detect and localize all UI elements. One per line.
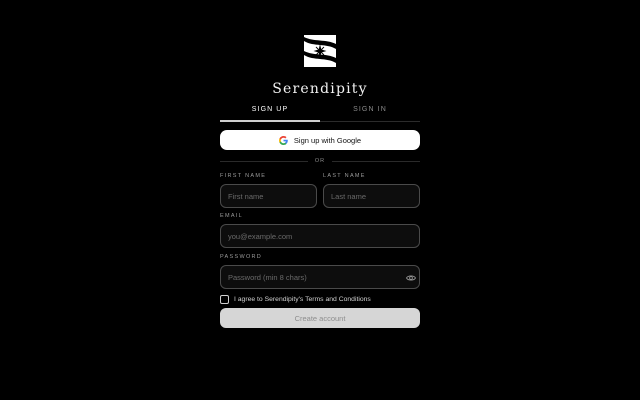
first-name-label: FIRST NAME xyxy=(220,173,267,179)
or-divider: OR xyxy=(220,156,420,166)
password-label: PASSWORD xyxy=(220,254,263,260)
first-name-field-wrapper xyxy=(220,184,317,208)
active-tab-indicator xyxy=(220,120,320,122)
password-field-wrapper xyxy=(220,265,420,289)
google-signup-button[interactable]: Sign up with Google xyxy=(220,130,420,150)
terms-checkbox[interactable] xyxy=(220,294,229,304)
create-account-button[interactable]: Create account xyxy=(220,308,420,328)
email-input[interactable] xyxy=(221,225,419,247)
email-field-wrapper xyxy=(220,224,420,248)
terms-agreement: I agree to Serendipity's Terms and Condi… xyxy=(220,294,371,304)
google-icon xyxy=(278,135,288,145)
email-label: EMAIL xyxy=(220,213,244,219)
tab-sign-up[interactable]: SIGN UP xyxy=(220,101,320,121)
first-name-input[interactable] xyxy=(221,185,316,207)
divider-line-right xyxy=(332,161,420,162)
serendipity-logo-icon xyxy=(304,35,336,67)
auth-tabs: SIGN UP SIGN IN xyxy=(220,101,420,122)
password-input[interactable] xyxy=(221,266,419,288)
tab-sign-in[interactable]: SIGN IN xyxy=(320,101,420,121)
brand-name: Serendipity xyxy=(272,81,368,97)
last-name-field-wrapper xyxy=(323,184,420,208)
eye-icon[interactable] xyxy=(406,273,416,283)
terms-label: I agree to Serendipity's Terms and Condi… xyxy=(234,295,371,303)
last-name-input[interactable] xyxy=(324,185,419,207)
google-signup-label: Sign up with Google xyxy=(293,135,362,145)
last-name-label: LAST NAME xyxy=(323,173,366,179)
